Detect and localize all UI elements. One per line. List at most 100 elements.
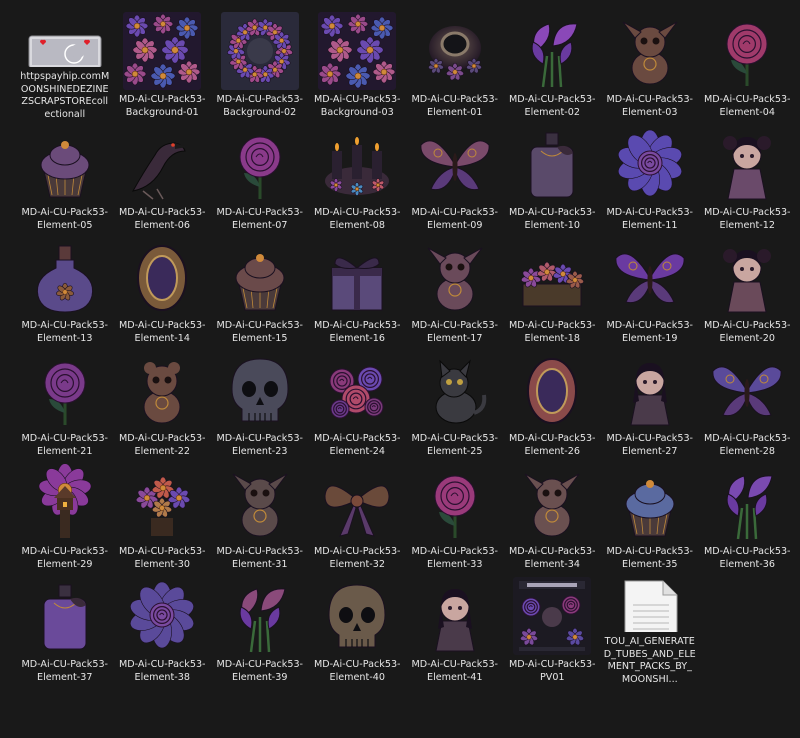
file-item[interactable]: MD-Ai-CU-Pack53-Background-02 xyxy=(211,8,309,121)
file-name-label: MD-Ai-CU-Pack53-PV01 xyxy=(508,659,596,683)
rose-icon xyxy=(221,125,299,203)
file-name-label: MD-Ai-CU-Pack53-Element-11 xyxy=(606,207,694,231)
file-name-label: MD-Ai-CU-Pack53-Element-23 xyxy=(216,433,304,457)
file-item[interactable]: MD-Ai-CU-Pack53-Element-33 xyxy=(406,460,504,573)
file-name-label: MD-Ai-CU-Pack53-Background-01 xyxy=(118,94,206,118)
file-name-label: MD-Ai-CU-Pack53-Element-34 xyxy=(508,546,596,570)
file-item[interactable]: MD-Ai-CU-Pack53-Element-02 xyxy=(504,8,602,121)
file-item[interactable]: MD-Ai-CU-Pack53-Element-27 xyxy=(601,347,699,460)
file-item[interactable]: MD-Ai-CU-Pack53-Element-22 xyxy=(114,347,212,460)
file-item[interactable]: MD-Ai-CU-Pack53-Element-29 xyxy=(16,460,114,573)
file-item[interactable]: MD-Ai-CU-Pack53-Element-20 xyxy=(699,234,797,347)
perfume-bottle-icon xyxy=(513,125,591,203)
file-name-label: MD-Ai-CU-Pack53-Element-28 xyxy=(703,433,791,457)
rose-icon xyxy=(123,577,201,655)
file-name-label: MD-Ai-CU-Pack53-Element-20 xyxy=(703,320,791,344)
butterfly-icon xyxy=(708,351,786,429)
file-item[interactable]: MD-Ai-CU-Pack53-PV01 xyxy=(504,573,602,686)
cupcake-icon xyxy=(26,125,104,203)
flower-background-icon xyxy=(318,12,397,90)
calla-lily-icon xyxy=(513,12,591,90)
preview-image-icon xyxy=(513,577,592,655)
file-item[interactable]: MD-Ai-CU-Pack53-Element-11 xyxy=(601,121,699,234)
file-item[interactable]: MD-Ai-CU-Pack53-Element-21 xyxy=(16,347,114,460)
potion-bottle-icon xyxy=(26,238,104,316)
rose-icon xyxy=(26,351,104,429)
raven-icon xyxy=(123,125,201,203)
file-item[interactable]: MD-Ai-CU-Pack53-Element-39 xyxy=(211,573,309,686)
file-item[interactable]: MD-Ai-CU-Pack53-Element-35 xyxy=(601,460,699,573)
file-name-label: MD-Ai-CU-Pack53-Element-31 xyxy=(216,546,304,570)
file-item[interactable]: TOU_AI_GENERATED_TUBES_AND_ELEMENT_PACKS… xyxy=(601,573,699,686)
file-item[interactable]: MD-Ai-CU-Pack53-Element-10 xyxy=(504,121,602,234)
file-item[interactable]: MD-Ai-CU-Pack53-Element-03 xyxy=(601,8,699,121)
file-item[interactable]: MD-Ai-CU-Pack53-Background-01 xyxy=(114,8,212,121)
file-item[interactable]: MD-Ai-CU-Pack53-Element-34 xyxy=(504,460,602,573)
calla-lily-icon xyxy=(221,577,299,655)
girl-icon xyxy=(611,351,689,429)
file-name-label: MD-Ai-CU-Pack53-Element-13 xyxy=(21,320,109,344)
flower-tree-icon xyxy=(123,464,201,542)
treehouse-icon xyxy=(26,464,104,542)
file-item[interactable]: MD-Ai-CU-Pack53-Element-12 xyxy=(699,121,797,234)
file-item[interactable]: MD-Ai-CU-Pack53-Element-06 xyxy=(114,121,212,234)
file-name-label: MD-Ai-CU-Pack53-Background-03 xyxy=(313,94,401,118)
file-item[interactable]: MD-Ai-CU-Pack53-Element-01 xyxy=(406,8,504,121)
file-item[interactable]: MD-Ai-CU-Pack53-Element-23 xyxy=(211,347,309,460)
file-item[interactable]: MD-Ai-CU-Pack53-Element-31 xyxy=(211,460,309,573)
file-item[interactable]: MD-Ai-CU-Pack53-Element-09 xyxy=(406,121,504,234)
file-item[interactable]: MD-Ai-CU-Pack53-Element-26 xyxy=(504,347,602,460)
file-item[interactable]: MD-Ai-CU-Pack53-Element-37 xyxy=(16,573,114,686)
file-item[interactable]: MD-Ai-CU-Pack53-Element-18 xyxy=(504,234,602,347)
file-name-label: MD-Ai-CU-Pack53-Element-06 xyxy=(118,207,206,231)
file-item[interactable]: MD-Ai-CU-Pack53-Element-30 xyxy=(114,460,212,573)
file-item[interactable]: httpspayhip.comMOONSHINEDEZINEZSCRAPSTOR… xyxy=(16,8,114,121)
file-name-label: MD-Ai-CU-Pack53-Element-04 xyxy=(703,94,791,118)
file-item[interactable]: MD-Ai-CU-Pack53-Element-28 xyxy=(699,347,797,460)
file-name-label: MD-Ai-CU-Pack53-Element-17 xyxy=(411,320,499,344)
file-item[interactable]: MD-Ai-CU-Pack53-Element-25 xyxy=(406,347,504,460)
file-name-label: MD-Ai-CU-Pack53-Element-33 xyxy=(411,546,499,570)
file-name-label: MD-Ai-CU-Pack53-Element-40 xyxy=(313,659,401,683)
rose-icon xyxy=(611,125,689,203)
file-name-label: MD-Ai-CU-Pack53-Element-14 xyxy=(118,320,206,344)
file-name-label: MD-Ai-CU-Pack53-Element-32 xyxy=(313,546,401,570)
file-item[interactable]: MD-Ai-CU-Pack53-Element-36 xyxy=(699,460,797,573)
file-name-label: MD-Ai-CU-Pack53-Element-38 xyxy=(118,659,206,683)
file-name-label: MD-Ai-CU-Pack53-Element-05 xyxy=(21,207,109,231)
girl-icon xyxy=(416,577,494,655)
cupcake-icon xyxy=(221,238,299,316)
file-name-label: MD-Ai-CU-Pack53-Element-01 xyxy=(411,94,499,118)
calla-lily-icon xyxy=(708,464,786,542)
file-name-label: TOU_AI_GENERATED_TUBES_AND_ELEMENT_PACKS… xyxy=(603,636,696,685)
file-item[interactable]: MD-Ai-CU-Pack53-Element-14 xyxy=(114,234,212,347)
file-grid: httpspayhip.comMOONSHINEDEZINEZSCRAPSTOR… xyxy=(16,8,800,686)
file-item[interactable]: MD-Ai-CU-Pack53-Element-05 xyxy=(16,121,114,234)
skull-icon xyxy=(221,351,299,429)
oval-frame-icon xyxy=(513,351,591,429)
creature-icon xyxy=(221,464,299,542)
file-item[interactable]: MD-Ai-CU-Pack53-Element-16 xyxy=(309,234,407,347)
file-item[interactable]: MD-Ai-CU-Pack53-Background-03 xyxy=(309,8,407,121)
rose-bouquet-icon xyxy=(318,351,396,429)
file-item[interactable]: MD-Ai-CU-Pack53-Element-24 xyxy=(309,347,407,460)
wreath-background-icon xyxy=(220,12,299,90)
file-item[interactable]: MD-Ai-CU-Pack53-Element-41 xyxy=(406,573,504,686)
file-item[interactable]: MD-Ai-CU-Pack53-Element-13 xyxy=(16,234,114,347)
bow-icon xyxy=(318,464,396,542)
file-item[interactable]: MD-Ai-CU-Pack53-Element-38 xyxy=(114,573,212,686)
file-item[interactable]: MD-Ai-CU-Pack53-Element-17 xyxy=(406,234,504,347)
file-item[interactable]: MD-Ai-CU-Pack53-Element-08 xyxy=(309,121,407,234)
rose-icon xyxy=(416,464,494,542)
file-item[interactable]: MD-Ai-CU-Pack53-Element-04 xyxy=(699,8,797,121)
file-item[interactable]: MD-Ai-CU-Pack53-Element-15 xyxy=(211,234,309,347)
file-item[interactable]: MD-Ai-CU-Pack53-Element-07 xyxy=(211,121,309,234)
file-item[interactable]: MD-Ai-CU-Pack53-Element-32 xyxy=(309,460,407,573)
file-item[interactable]: MD-Ai-CU-Pack53-Element-19 xyxy=(601,234,699,347)
file-name-label: MD-Ai-CU-Pack53-Element-39 xyxy=(216,659,304,683)
file-item[interactable]: MD-Ai-CU-Pack53-Element-40 xyxy=(309,573,407,686)
oval-frame-icon xyxy=(123,238,201,316)
file-name-label: MD-Ai-CU-Pack53-Element-26 xyxy=(508,433,596,457)
file-name-label: MD-Ai-CU-Pack53-Element-22 xyxy=(118,433,206,457)
file-name-label: MD-Ai-CU-Pack53-Element-10 xyxy=(508,207,596,231)
